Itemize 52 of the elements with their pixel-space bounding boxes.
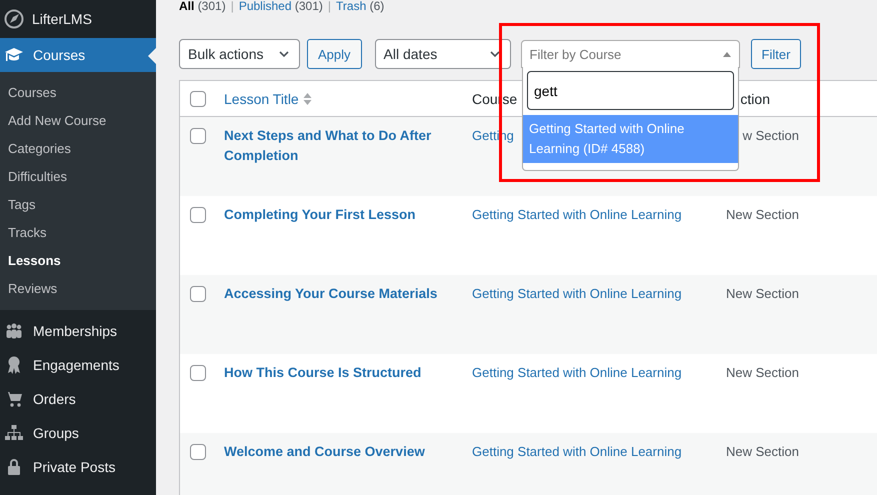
submenu-item[interactable]: Tracks xyxy=(0,218,156,246)
submenu-item[interactable]: Lessons xyxy=(0,246,156,274)
course-filter-select[interactable]: Filter by Course xyxy=(520,40,740,68)
bulk-actions-select[interactable]: Bulk actions xyxy=(179,39,300,69)
separator: | xyxy=(328,0,332,12)
section-name: New Section xyxy=(725,286,799,301)
checkbox[interactable] xyxy=(190,444,206,460)
apply-button[interactable]: Apply xyxy=(307,39,362,69)
menu-item[interactable]: Groups xyxy=(0,416,156,450)
course-link[interactable]: Getting Started with Online Learning xyxy=(472,286,682,301)
separator: | xyxy=(230,0,234,12)
course-link[interactable]: Getting Started with Online Learning xyxy=(472,207,682,222)
column-header[interactable]: Lesson Title xyxy=(224,90,299,106)
lesson-title-link[interactable]: Completing Your First Lesson xyxy=(224,205,452,225)
checkbox[interactable] xyxy=(190,90,206,106)
caret-up-icon xyxy=(722,52,731,56)
menu-item[interactable]: Memberships xyxy=(0,314,156,348)
search-field[interactable]: gett xyxy=(527,71,734,110)
section-name: w Section xyxy=(742,128,799,143)
submenu-item[interactable]: Tags xyxy=(0,190,156,218)
lesson-title-link[interactable]: Welcome and Course Overview xyxy=(224,442,452,462)
submenu-item[interactable]: Reviews xyxy=(0,274,156,302)
submenu-item[interactable]: Add New Course xyxy=(0,106,156,134)
submenu-item[interactable]: Difficulties xyxy=(0,162,156,190)
checkbox[interactable] xyxy=(190,365,206,381)
view-link[interactable]: All (301) xyxy=(179,0,226,12)
dates-select[interactable]: All dates xyxy=(374,39,511,69)
lesson-title-link[interactable]: How This Course Is Structured xyxy=(224,363,452,383)
course-link[interactable]: Getting Started with Online Learning xyxy=(472,444,682,459)
section-name: New Section xyxy=(725,365,799,380)
checkbox[interactable] xyxy=(190,128,206,144)
lesson-title-link[interactable]: Accessing Your Course Materials xyxy=(224,284,452,304)
lesson-title-link[interactable]: Next Steps and What to Do After Completion xyxy=(224,126,452,166)
column-header: ction xyxy=(739,90,770,106)
submenu-item[interactable]: Courses xyxy=(0,78,156,106)
menu-item[interactable]: Courses xyxy=(0,38,156,72)
brand-name[interactable]: LifterLMS xyxy=(32,11,92,27)
menu-item[interactable]: Engagements xyxy=(0,348,156,382)
course-link[interactable]: Getting Started with Online Learning xyxy=(472,365,682,380)
section-name: New Section xyxy=(725,207,799,222)
submenu-item[interactable]: Categories xyxy=(0,134,156,162)
hierarchy-icon xyxy=(4,423,24,443)
section-name: New Section xyxy=(725,444,799,459)
view-link[interactable]: Published (301) xyxy=(238,0,323,12)
view-link[interactable]: Trash (6) xyxy=(336,0,384,12)
sort-icon[interactable] xyxy=(302,90,312,106)
filter-button[interactable]: Filter xyxy=(750,39,802,69)
checkbox[interactable] xyxy=(190,286,206,302)
menu-item[interactable]: Orders xyxy=(0,382,156,416)
checkbox[interactable] xyxy=(190,207,206,223)
people-icon xyxy=(4,321,24,341)
menu-item[interactable]: Private Posts xyxy=(0,450,156,484)
